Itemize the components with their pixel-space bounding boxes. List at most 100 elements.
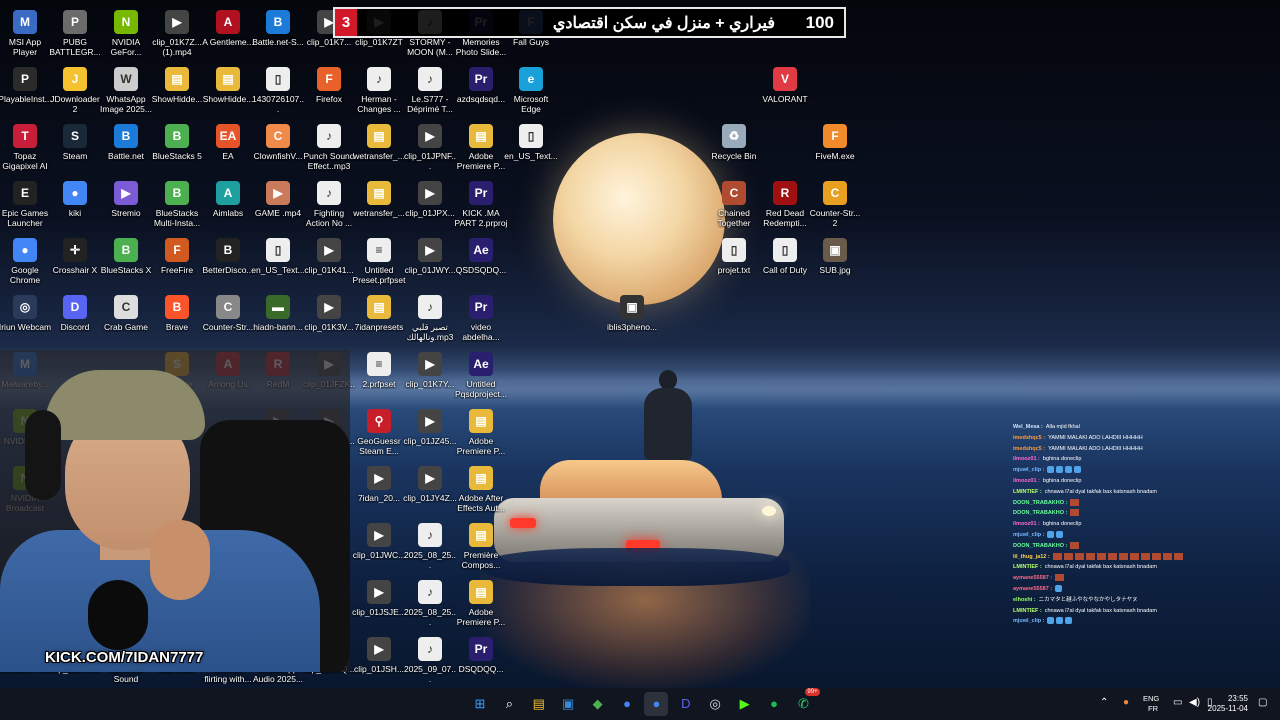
desktop-icon[interactable]: B BlueStacks 5 bbox=[150, 124, 204, 180]
taskbar-chrome-icon[interactable]: ● bbox=[615, 692, 639, 716]
desktop-icon[interactable]: ▤ wetransfer_... bbox=[352, 181, 406, 237]
desktop-icon[interactable]: ▤ Adobe Premiere P... bbox=[454, 409, 508, 465]
desktop-icon[interactable]: F Firefox bbox=[302, 67, 356, 123]
desktop-icon[interactable]: C Chained Together bbox=[707, 181, 761, 237]
desktop-icon[interactable]: ▤ Première Compos... bbox=[454, 523, 508, 579]
desktop-icon[interactable]: EA EA bbox=[201, 124, 255, 180]
desktop-icon[interactable]: ▣ iblis3pheno... bbox=[605, 295, 659, 351]
desktop-icon[interactable]: Pr azdsqdsqd... bbox=[454, 67, 508, 123]
desktop-icon[interactable]: ♪ تصبر قلبي ونالهالك.mp3 bbox=[403, 295, 457, 351]
desktop-icon[interactable]: ▣ SUB.jpg bbox=[808, 238, 862, 294]
desktop-icon[interactable]: ▯ Call of Duty bbox=[758, 238, 812, 294]
desktop-icon[interactable]: ♪ 2025_08_25... bbox=[403, 580, 457, 636]
desktop-icon[interactable]: ▶ clip_01K7Z... (1).mp4 bbox=[150, 10, 204, 66]
desktop-icon[interactable]: ▤ 7idanpresets bbox=[352, 295, 406, 351]
taskbar-file-explorer-icon[interactable]: ▤ bbox=[527, 692, 551, 716]
lang-top[interactable]: ENG bbox=[1143, 694, 1159, 703]
desktop-icon[interactable]: ● Google Chrome bbox=[0, 238, 52, 294]
desktop-icon[interactable]: ▤ Adobe Premiere P... bbox=[454, 124, 508, 180]
desktop-icon[interactable]: W WhatsApp Image 2025... bbox=[99, 67, 153, 123]
desktop-icon[interactable]: ▶ clip_01JZ45... bbox=[403, 409, 457, 465]
desktop-icon[interactable]: J JDownloader 2 bbox=[48, 67, 102, 123]
desktop-icon[interactable]: ♻ Recycle Bin bbox=[707, 124, 761, 180]
desktop-icon[interactable]: C Crab Game bbox=[99, 295, 153, 351]
taskbar-spotify-icon[interactable]: ● bbox=[762, 692, 786, 716]
taskbar-chrome-active-icon[interactable]: ● bbox=[644, 692, 669, 716]
desktop-icon[interactable]: ≡ Untitled Preset.prfpset bbox=[352, 238, 406, 294]
desktop-icon[interactable]: ▬ hiadn-bann... bbox=[251, 295, 305, 351]
desktop-icon[interactable]: B BetterDisco... bbox=[201, 238, 255, 294]
desktop-icon[interactable]: Pr KICK .MA PART 2.prproj bbox=[454, 181, 508, 237]
desktop-icon[interactable]: C ClownfishV... bbox=[251, 124, 305, 180]
desktop-icon[interactable]: T Topaz Gigapixel AI bbox=[0, 124, 52, 180]
desktop-icon[interactable]: V VALORANT bbox=[758, 67, 812, 123]
desktop-icon[interactable]: ▯ en_US_Text... bbox=[504, 124, 558, 180]
desktop-icon[interactable]: ♪ Punch Sound Effect..mp3 bbox=[302, 124, 356, 180]
desktop-icon[interactable]: ▶ clip_01JPX... bbox=[403, 181, 457, 237]
desktop-icon[interactable]: ♪ Herman - Changes ... bbox=[352, 67, 406, 123]
desktop-icon[interactable]: ✛ Crosshair X bbox=[48, 238, 102, 294]
desktop-icon[interactable]: Pr DSQDQQ... bbox=[454, 637, 508, 693]
desktop-icon[interactable]: ♪ Fighting Action No ... bbox=[302, 181, 356, 237]
desktop-icon[interactable]: F FreeFire bbox=[150, 238, 204, 294]
desktop-icon[interactable]: R Red Dead Redempti... bbox=[758, 181, 812, 237]
desktop-icon[interactable]: ▶ clip_01JSJE... bbox=[352, 580, 406, 636]
desktop-icon[interactable]: A Aimlabs bbox=[201, 181, 255, 237]
desktop-icon[interactable]: ▤ Adobe After Effects Aut... bbox=[454, 466, 508, 522]
desktop-icon[interactable]: B Brave bbox=[150, 295, 204, 351]
desktop-icon[interactable]: ▶ clip_01JPNF... bbox=[403, 124, 457, 180]
desktop-icon[interactable]: ▶ clip_01JWC... bbox=[352, 523, 406, 579]
desktop-icon[interactable]: N NVIDIA GeFor... bbox=[99, 10, 153, 66]
desktop-icon[interactable]: ▯ 1430726107... bbox=[251, 67, 305, 123]
desktop-icon[interactable]: ▶ clip_01K7Y... bbox=[403, 352, 457, 408]
chevron-up-icon[interactable]: ⌃ bbox=[1100, 697, 1108, 708]
desktop-icon[interactable]: ▶ clip_01K41... bbox=[302, 238, 356, 294]
desktop-icon[interactable]: ▯ en_US_Text... bbox=[251, 238, 305, 294]
notification-icon[interactable]: ▢ bbox=[1258, 697, 1267, 708]
desktop-icon[interactable]: B Battle.net-S... bbox=[251, 10, 305, 66]
desktop-icon[interactable]: Ae QSDSQDQ... bbox=[454, 238, 508, 294]
desktop-icon[interactable]: ▤ wetransfer_... bbox=[352, 124, 406, 180]
desktop-icon[interactable]: ◎ Iriun Webcam bbox=[0, 295, 52, 351]
desktop-icon[interactable]: Pr video abdelha... bbox=[454, 295, 508, 351]
lang-bottom[interactable]: FR bbox=[1148, 704, 1158, 713]
desktop-icon[interactable]: ▯ projet.txt bbox=[707, 238, 761, 294]
desktop-icon[interactable]: ▶ clip_01JSH... bbox=[352, 637, 406, 693]
desktop-icon[interactable]: P PlayableInst... bbox=[0, 67, 52, 123]
network-icon[interactable]: ▭ bbox=[1173, 697, 1182, 708]
desktop-icon[interactable]: ≡ 2.prfpset bbox=[352, 352, 406, 408]
desktop-icon[interactable]: ▤ ShowHidde... bbox=[150, 67, 204, 123]
clock[interactable]: 23:55 2025-11-04 bbox=[1208, 694, 1248, 714]
taskbar-obs-icon[interactable]: ◎ bbox=[703, 692, 727, 716]
desktop-icon[interactable]: ▶ Stremio bbox=[99, 181, 153, 237]
desktop-icon[interactable]: F FiveM.exe bbox=[808, 124, 862, 180]
desktop-icon[interactable]: C Counter-Str... bbox=[201, 295, 255, 351]
desktop-icon[interactable]: ♪ 2025_09_07... bbox=[403, 637, 457, 693]
taskbar-start-icon[interactable]: ⊞ bbox=[468, 692, 492, 716]
desktop-icon[interactable]: B BlueStacks Multi-Insta... bbox=[150, 181, 204, 237]
desktop-icon[interactable]: e Microsoft Edge bbox=[504, 67, 558, 123]
desktop-icon[interactable]: ♪ Le.S777 - Déprimé T... bbox=[403, 67, 457, 123]
desktop-icon[interactable]: Ae Untitled Pqsdproject... bbox=[454, 352, 508, 408]
volume-icon[interactable]: ◀) bbox=[1189, 697, 1200, 708]
desktop-icon[interactable]: ▤ ShowHidde... bbox=[201, 67, 255, 123]
desktop-icon[interactable]: A A Gentleme... bbox=[201, 10, 255, 66]
taskbar-discord-icon[interactable]: D bbox=[674, 692, 698, 716]
desktop-icon[interactable]: ⚲ GeoGuessr Steam E... bbox=[352, 409, 406, 465]
taskbar-store-icon[interactable]: ▣ bbox=[556, 692, 580, 716]
desktop-icon[interactable]: S Steam bbox=[48, 124, 102, 180]
desktop-icon[interactable]: E Epic Games Launcher bbox=[0, 181, 52, 237]
taskbar-kick-icon[interactable]: ▶ bbox=[733, 692, 757, 716]
desktop-icon[interactable]: B BlueStacks X bbox=[99, 238, 153, 294]
desktop-icon[interactable]: ● kiki bbox=[48, 181, 102, 237]
desktop-icon[interactable]: D Discord bbox=[48, 295, 102, 351]
desktop-icon[interactable]: ▶ clip_01K3V... bbox=[302, 295, 356, 351]
desktop-icon[interactable]: ♪ 2025_08_25... bbox=[403, 523, 457, 579]
desktop-icon[interactable]: ▶ clip_01JWY... bbox=[403, 238, 457, 294]
taskbar-bluestacks-icon[interactable]: ◆ bbox=[586, 692, 610, 716]
desktop-icon[interactable]: ▶ 7idan_20... bbox=[352, 466, 406, 522]
desktop-icon[interactable]: P PUBG BATTLEGR... bbox=[48, 10, 102, 66]
microphone-icon[interactable]: ● bbox=[1123, 697, 1129, 708]
desktop-icon[interactable]: B Battle.net bbox=[99, 124, 153, 180]
desktop-icon[interactable]: M MSI App Player bbox=[0, 10, 52, 66]
